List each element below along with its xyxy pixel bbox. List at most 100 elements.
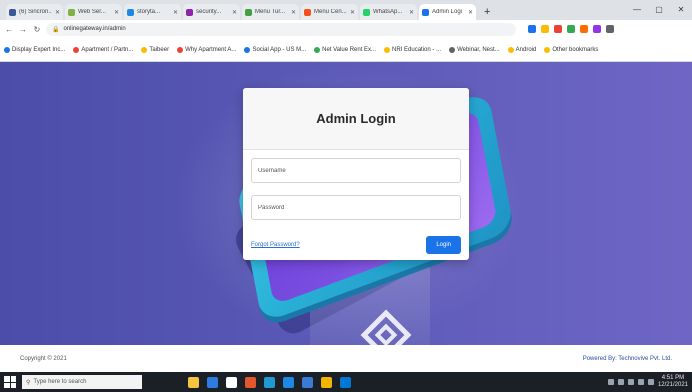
taskbar-app-icon[interactable] xyxy=(188,376,199,388)
extension-icon[interactable] xyxy=(528,25,536,33)
tab-favicon-icon xyxy=(422,8,429,16)
footer-right: Powered By: Technovive Pvt. Ltd. xyxy=(583,355,672,363)
tab-label: storyta... xyxy=(137,9,161,15)
address-text: onlinegateway.in/admin xyxy=(63,26,126,32)
tab-close-icon[interactable]: ✕ xyxy=(409,9,414,16)
tab-favicon-icon xyxy=(363,8,370,16)
bookmark-item[interactable]: Display Expert Inc... xyxy=(4,46,65,53)
tab-close-icon[interactable]: ✕ xyxy=(468,9,473,16)
extension-icon[interactable] xyxy=(606,25,614,33)
tab-close-icon[interactable]: ✕ xyxy=(114,9,119,16)
tab-close-icon[interactable]: ✕ xyxy=(291,9,296,16)
tab-label: (6) Sincron... xyxy=(19,9,52,15)
login-card: Admin Login Forgot Password? Login xyxy=(243,88,469,260)
bookmark-label: Webinar, Nest... xyxy=(457,46,500,53)
tab-list: (6) Sincron... ✕ Web Ser... ✕ storyta... ✕ sec… xyxy=(6,4,476,20)
bookmark-item[interactable]: Other bookmarks xyxy=(544,46,598,53)
tab-close-icon[interactable]: ✕ xyxy=(350,9,355,16)
taskbar-app-icon[interactable] xyxy=(226,376,237,388)
bookmark-icon xyxy=(544,46,551,53)
volume-icon[interactable] xyxy=(647,379,654,385)
browser-tab[interactable]: security... ✕ xyxy=(183,4,240,20)
back-arrow-icon[interactable]: ← xyxy=(4,25,14,34)
taskbar-search[interactable]: ⚲ Type here to search xyxy=(22,375,142,389)
windows-start-icon[interactable] xyxy=(4,376,16,388)
bookmark-item[interactable]: Taibeer xyxy=(141,46,169,53)
extension-icon[interactable] xyxy=(580,25,588,33)
bookmark-item[interactable]: Why Apartment A... xyxy=(177,46,237,53)
maximize-button[interactable]: ▢ xyxy=(648,0,670,20)
taskbar-app-icon[interactable] xyxy=(340,376,351,388)
login-page: Admin Login Forgot Password? Login xyxy=(0,62,692,345)
browser-tab[interactable]: Admin Logi ✕ xyxy=(419,4,476,20)
username-input[interactable] xyxy=(251,158,461,183)
tab-label: security... xyxy=(196,9,222,15)
new-tab-button[interactable]: + xyxy=(478,4,496,20)
tray-icon[interactable] xyxy=(607,379,614,385)
search-icon: ⚲ xyxy=(26,379,31,386)
password-input[interactable] xyxy=(251,195,461,220)
tab-favicon-icon xyxy=(127,8,134,16)
bookmark-item[interactable]: NRI Education - ... xyxy=(384,46,442,53)
browser-tab[interactable]: storyta... ✕ xyxy=(124,4,181,20)
browser-tab[interactable]: Menu Tur... ✕ xyxy=(242,4,299,20)
reload-icon[interactable]: ↻ xyxy=(32,25,42,34)
login-button[interactable]: Login xyxy=(426,236,461,254)
lock-icon: 🔒 xyxy=(52,26,60,33)
tab-close-icon[interactable]: ✕ xyxy=(55,9,60,16)
extension-icon[interactable] xyxy=(554,25,562,33)
taskbar-app-icon[interactable] xyxy=(321,376,332,388)
taskbar-app-icon[interactable] xyxy=(283,376,294,388)
forward-arrow-icon[interactable]: → xyxy=(18,25,28,34)
extension-icons xyxy=(528,25,614,33)
login-card-header: Admin Login xyxy=(243,88,469,150)
extension-icon[interactable] xyxy=(567,25,575,33)
tab-label: Web Ser... xyxy=(78,9,106,15)
network-icon[interactable] xyxy=(637,379,644,385)
page-footer: Copyright © 2021 Powered By: Technovive … xyxy=(0,345,692,372)
bookmark-icon xyxy=(177,46,184,53)
bookmark-label: NRI Education - ... xyxy=(392,46,442,53)
bookmark-item[interactable]: Social App - US M... xyxy=(244,46,306,53)
tab-label: Menu Cen... xyxy=(314,9,347,15)
tray-icon[interactable] xyxy=(617,379,624,385)
close-window-button[interactable]: ✕ xyxy=(670,0,692,20)
bookmark-icon xyxy=(314,46,321,53)
windows-taskbar: ⚲ Type here to search 4:51 PM 12/21/2021 xyxy=(0,372,692,392)
tray-icon[interactable] xyxy=(627,379,634,385)
tab-label: Admin Logi xyxy=(432,9,463,15)
bookmark-icon xyxy=(141,46,148,53)
bookmark-icon xyxy=(244,46,251,53)
login-title: Admin Login xyxy=(316,111,396,126)
bookmark-item[interactable]: Apartment / Partn... xyxy=(73,46,133,53)
browser-tab[interactable]: Web Ser... ✕ xyxy=(65,4,122,20)
extension-icon[interactable] xyxy=(593,25,601,33)
minimize-button[interactable]: — xyxy=(626,0,648,20)
taskbar-app-icon[interactable] xyxy=(207,376,218,388)
bookmark-item[interactable]: Webinar, Nest... xyxy=(449,46,500,53)
bookmark-item[interactable]: Android xyxy=(507,46,536,53)
extension-icon[interactable] xyxy=(541,25,549,33)
browser-tab-bar: (6) Sincron... ✕ Web Ser... ✕ storyta... ✕ sec… xyxy=(0,0,692,20)
address-bar[interactable]: 🔒 onlinegateway.in/admin xyxy=(46,22,516,36)
browser-tab[interactable]: (6) Sincron... ✕ xyxy=(6,4,63,20)
bookmark-label: Net Value Rent Ex... xyxy=(322,46,377,53)
tab-label: WhatsAp... xyxy=(373,9,403,15)
bookmark-label: Why Apartment A... xyxy=(185,46,237,53)
tab-label: Menu Tur... xyxy=(255,9,286,15)
clock-date: 12/21/2021 xyxy=(657,382,688,388)
browser-nav-bar: ← → ↻ 🔒 onlinegateway.in/admin xyxy=(0,20,692,38)
taskbar-search-text: Type here to search xyxy=(33,379,87,385)
taskbar-clock[interactable]: 4:51 PM 12/21/2021 xyxy=(658,375,688,389)
browser-tab[interactable]: WhatsAp... ✕ xyxy=(360,4,417,20)
taskbar-app-icon[interactable] xyxy=(245,376,256,388)
taskbar-app-icon[interactable] xyxy=(302,376,313,388)
tab-close-icon[interactable]: ✕ xyxy=(232,9,237,16)
forgot-password-link[interactable]: Forgot Password? xyxy=(251,242,300,248)
bookmark-item[interactable]: Net Value Rent Ex... xyxy=(314,46,377,53)
tab-close-icon[interactable]: ✕ xyxy=(173,9,178,16)
powered-by-link[interactable]: Powered By: Technovive Pvt. Ltd. xyxy=(583,356,672,362)
taskbar-app-icon[interactable] xyxy=(264,376,275,388)
clock-time: 4:51 PM xyxy=(661,375,685,381)
browser-tab[interactable]: Menu Cen... ✕ xyxy=(301,4,358,20)
